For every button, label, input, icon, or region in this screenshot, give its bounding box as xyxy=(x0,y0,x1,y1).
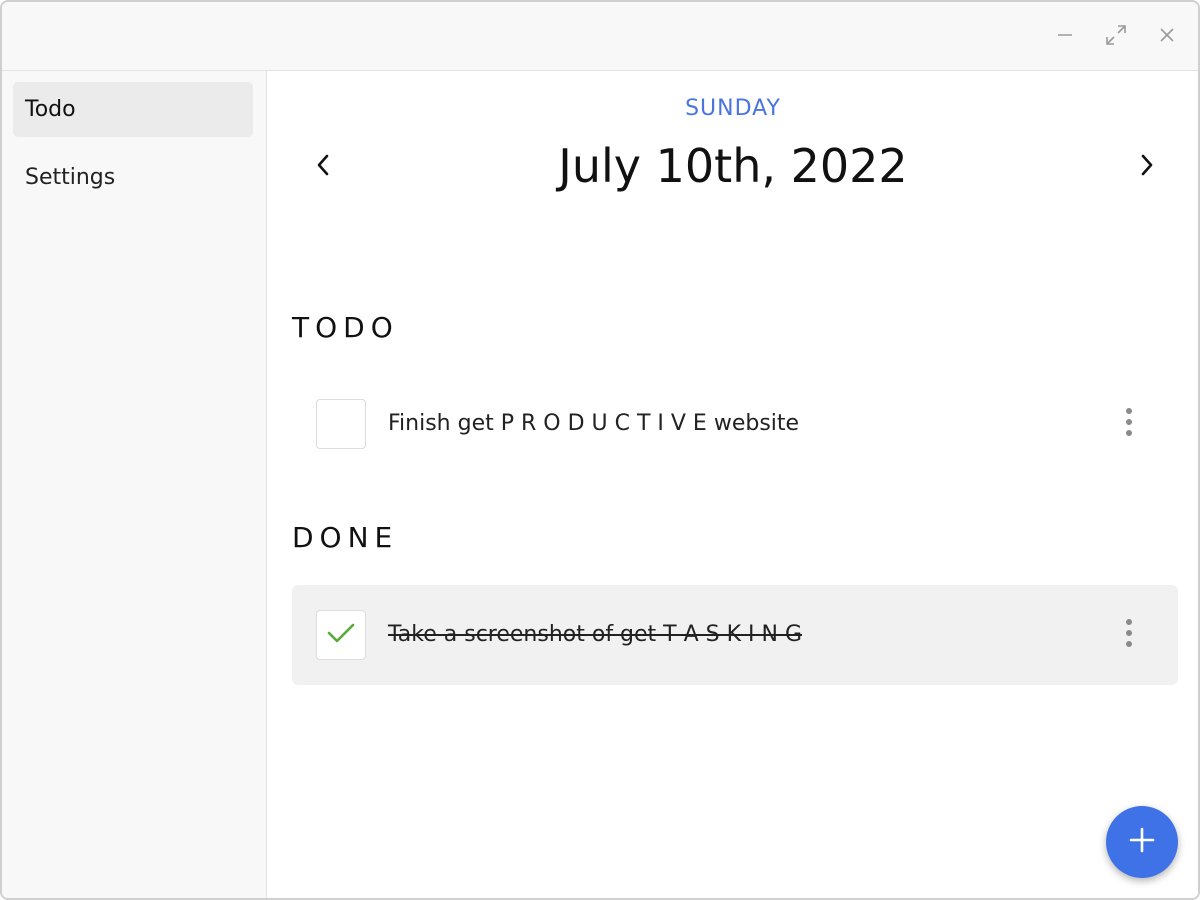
todo-task-item: Finish get P R O D U C T I V E website xyxy=(292,374,1178,474)
date-title: July 10th, 2022 xyxy=(558,139,908,193)
sidebar-item-label: Todo xyxy=(25,97,76,122)
checkmark-icon xyxy=(326,621,356,649)
minimize-icon xyxy=(1056,26,1074,44)
plus-icon xyxy=(1129,827,1155,857)
done-task-item: Take a screenshot of get T A S K I N G xyxy=(292,585,1178,685)
sidebar-item-settings[interactable]: Settings xyxy=(13,150,253,205)
maximize-button[interactable] xyxy=(1101,20,1131,50)
add-task-button[interactable] xyxy=(1106,806,1178,878)
task-more-button[interactable] xyxy=(1114,609,1144,661)
task-text: Take a screenshot of get T A S K I N G xyxy=(388,622,803,647)
task-checkbox-checked[interactable] xyxy=(316,610,366,660)
task-more-button[interactable] xyxy=(1114,398,1144,450)
close-icon xyxy=(1158,26,1176,44)
app-window: Todo Settings SUNDAY July 10th, 2022 TOD… xyxy=(0,0,1200,900)
todo-section-title: TODO xyxy=(292,311,399,344)
expand-icon xyxy=(1105,24,1127,46)
weekday-label: SUNDAY xyxy=(685,96,781,121)
minimize-button[interactable] xyxy=(1050,20,1080,50)
sidebar: Todo Settings xyxy=(2,71,267,898)
sidebar-item-label: Settings xyxy=(25,165,116,190)
close-button[interactable] xyxy=(1152,20,1182,50)
next-day-button[interactable] xyxy=(1129,149,1165,185)
chevron-right-icon xyxy=(1139,153,1155,181)
sidebar-item-todo[interactable]: Todo xyxy=(13,82,253,137)
title-bar xyxy=(2,2,1198,71)
main-content: SUNDAY July 10th, 2022 TODO Finish get P… xyxy=(268,71,1198,898)
task-text: Finish get P R O D U C T I V E website xyxy=(388,411,800,436)
done-section-title: DONE xyxy=(292,521,399,554)
more-vertical-icon xyxy=(1125,407,1133,441)
more-vertical-icon xyxy=(1125,618,1133,652)
task-checkbox[interactable] xyxy=(316,399,366,449)
